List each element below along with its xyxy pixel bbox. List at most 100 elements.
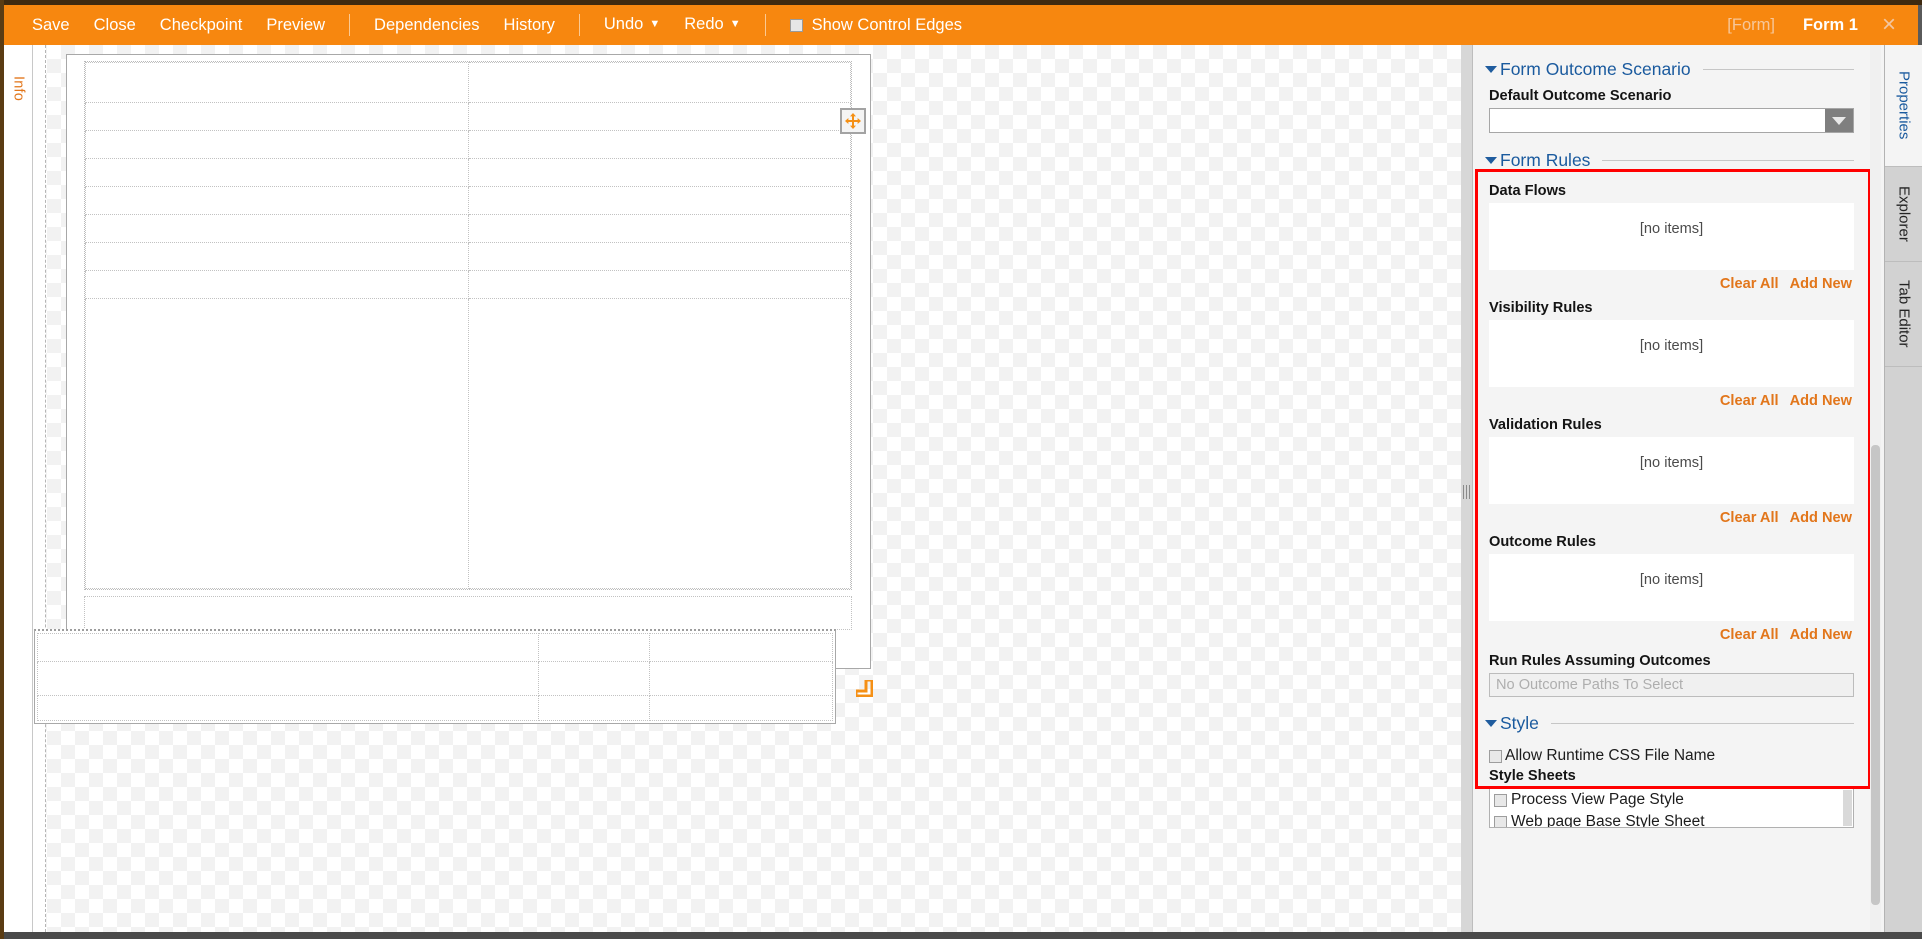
rule-list[interactable]: [no items] bbox=[1489, 437, 1854, 504]
table-row[interactable] bbox=[85, 270, 851, 299]
grid-cell[interactable] bbox=[467, 62, 851, 103]
save-button[interactable]: Save bbox=[20, 5, 82, 45]
show-control-edges-checkbox[interactable]: Show Control Edges bbox=[778, 16, 974, 35]
clear-all-button[interactable]: Clear All bbox=[1720, 276, 1779, 292]
grid-cell[interactable] bbox=[85, 62, 469, 103]
form-page[interactable] bbox=[66, 54, 871, 669]
group-form-outcome-scenario[interactable]: Form Outcome Scenario bbox=[1473, 59, 1868, 80]
table-row[interactable] bbox=[37, 695, 833, 721]
table-row[interactable] bbox=[85, 186, 851, 215]
table-row[interactable] bbox=[85, 214, 851, 243]
tab-properties[interactable]: Properties bbox=[1885, 45, 1922, 167]
chevron-down-icon[interactable] bbox=[1825, 109, 1853, 132]
table-row[interactable] bbox=[37, 633, 833, 662]
group-rule bbox=[1702, 69, 1854, 70]
breadcrumb-form[interactable]: [Form] bbox=[1713, 5, 1789, 45]
show-control-edges-label: Show Control Edges bbox=[811, 15, 962, 34]
undo-menu-button[interactable]: Undo ▼ bbox=[592, 4, 672, 46]
grid-cell[interactable] bbox=[537, 661, 651, 696]
right-tab-rail: Properties Explorer Tab Editor bbox=[1884, 45, 1922, 932]
add-new-button[interactable]: Add New bbox=[1790, 510, 1852, 526]
grid-cell[interactable] bbox=[85, 214, 469, 243]
grid-cell[interactable] bbox=[85, 270, 469, 299]
rule-block-title: Visibility Rules bbox=[1489, 300, 1593, 316]
grid-cell[interactable] bbox=[537, 633, 651, 662]
clear-all-button[interactable]: Clear All bbox=[1720, 510, 1779, 526]
table-row[interactable] bbox=[85, 130, 851, 159]
left-tab-rail: Info bbox=[4, 45, 33, 932]
checkbox-icon bbox=[1489, 749, 1502, 763]
rule-list[interactable]: [no items] bbox=[1489, 320, 1854, 387]
clear-all-button[interactable]: Clear All bbox=[1720, 393, 1779, 409]
form-button-panel[interactable] bbox=[34, 629, 836, 724]
close-button[interactable]: Close bbox=[82, 5, 148, 45]
form-footer-band[interactable] bbox=[84, 596, 852, 630]
collapse-triangle-icon[interactable] bbox=[1485, 157, 1497, 164]
grid-cell[interactable] bbox=[85, 298, 469, 589]
clear-all-button[interactable]: Clear All bbox=[1720, 627, 1779, 643]
table-row[interactable] bbox=[85, 298, 851, 589]
default-outcome-scenario-select[interactable] bbox=[1489, 108, 1854, 133]
panel-splitter[interactable] bbox=[1461, 45, 1472, 932]
grid-cell[interactable] bbox=[85, 186, 469, 215]
grid-cell[interactable] bbox=[467, 298, 851, 589]
add-new-button[interactable]: Add New bbox=[1790, 627, 1852, 643]
move-handle-icon[interactable] bbox=[840, 108, 866, 134]
form-designer-canvas[interactable] bbox=[33, 45, 1467, 932]
list-item[interactable]: Process View Page Style bbox=[1490, 789, 1853, 811]
collapse-triangle-icon[interactable] bbox=[1485, 66, 1497, 73]
listbox-scrollbar[interactable] bbox=[1843, 790, 1852, 826]
grid-cell[interactable] bbox=[85, 158, 469, 187]
list-item[interactable]: Web page Base Style Sheet bbox=[1490, 811, 1853, 827]
group-rule bbox=[1550, 723, 1854, 724]
history-button[interactable]: History bbox=[492, 5, 567, 45]
grid-cell[interactable] bbox=[37, 695, 539, 721]
table-row[interactable] bbox=[85, 102, 851, 131]
sidebar-item-info[interactable]: Info bbox=[4, 53, 33, 123]
tab-form-1[interactable]: Form 1 bbox=[1789, 5, 1872, 45]
group-style[interactable]: Style bbox=[1473, 713, 1868, 734]
table-row[interactable] bbox=[37, 661, 833, 696]
info-tab-label: Info bbox=[10, 75, 27, 101]
grid-cell[interactable] bbox=[467, 102, 851, 131]
grid-cell[interactable] bbox=[649, 661, 833, 696]
grid-cell[interactable] bbox=[467, 214, 851, 243]
grid-cell[interactable] bbox=[649, 633, 833, 662]
grid-cell[interactable] bbox=[467, 186, 851, 215]
collapse-triangle-icon[interactable] bbox=[1485, 720, 1497, 727]
grid-cell[interactable] bbox=[37, 661, 539, 696]
grid-cell[interactable] bbox=[85, 130, 469, 159]
grid-cell[interactable] bbox=[467, 130, 851, 159]
table-row[interactable] bbox=[85, 158, 851, 187]
grid-cell[interactable] bbox=[85, 242, 469, 271]
tab-tab-editor[interactable]: Tab Editor bbox=[1885, 262, 1922, 367]
table-row[interactable] bbox=[85, 62, 851, 103]
allow-runtime-css-checkbox[interactable]: Allow Runtime CSS File Name bbox=[1473, 742, 1868, 768]
empty-list-text: [no items] bbox=[1639, 221, 1704, 237]
grid-cell[interactable] bbox=[85, 102, 469, 131]
grid-cell[interactable] bbox=[537, 695, 651, 721]
rule-list[interactable]: [no items] bbox=[1489, 203, 1854, 270]
checkpoint-button[interactable]: Checkpoint bbox=[148, 5, 255, 45]
close-icon[interactable]: × bbox=[1872, 5, 1910, 45]
grid-cell[interactable] bbox=[37, 633, 539, 662]
grid-cell[interactable] bbox=[649, 695, 833, 721]
form-rules-header[interactable]: Form Rules bbox=[1473, 150, 1868, 171]
grid-cell[interactable] bbox=[467, 158, 851, 187]
preview-button[interactable]: Preview bbox=[254, 5, 337, 45]
grid-cell[interactable] bbox=[467, 242, 851, 271]
dependencies-button[interactable]: Dependencies bbox=[362, 5, 492, 45]
redo-menu-button[interactable]: Redo ▼ bbox=[672, 4, 752, 46]
scrollbar-thumb[interactable] bbox=[1871, 445, 1880, 905]
tab-explorer[interactable]: Explorer bbox=[1885, 167, 1922, 262]
run-rules-input[interactable]: No Outcome Paths To Select bbox=[1489, 673, 1854, 697]
form-layout-grid[interactable] bbox=[84, 61, 852, 590]
add-new-button[interactable]: Add New bbox=[1790, 393, 1852, 409]
rule-list[interactable]: [no items] bbox=[1489, 554, 1854, 621]
add-new-button[interactable]: Add New bbox=[1790, 276, 1852, 292]
resize-handle-icon[interactable] bbox=[854, 678, 874, 698]
properties-panel-scrollbar[interactable] bbox=[1870, 45, 1881, 932]
style-sheets-listbox[interactable]: Process View Page Style Web page Base St… bbox=[1489, 788, 1854, 828]
table-row[interactable] bbox=[85, 242, 851, 271]
grid-cell[interactable] bbox=[467, 270, 851, 299]
